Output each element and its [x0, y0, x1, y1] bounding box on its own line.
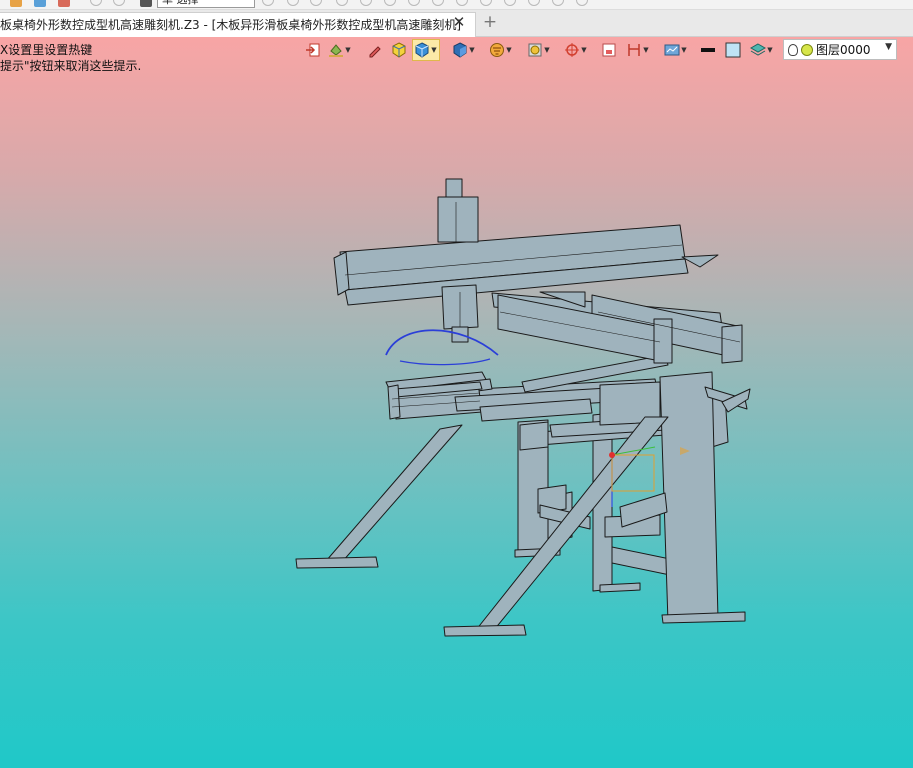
graphics-viewport[interactable]: X设置里设置热键 提示"按钮来取消这些提示. ▼ ▼ ▼ ▼ ▼ ▼ ▼ ▼ ▼… — [0, 37, 913, 768]
circle-icon[interactable] — [408, 0, 420, 6]
tab-label: 板桌椅外形数控成型机高速雕刻机.Z3 - [木板异形滑板桌椅外形数控成型机高速雕… — [0, 18, 461, 32]
extend-icon[interactable] — [528, 0, 540, 6]
trim-icon[interactable] — [504, 0, 516, 6]
point-icon[interactable] — [336, 0, 348, 6]
close-icon[interactable]: ✕ — [452, 15, 466, 30]
options-icon[interactable] — [576, 0, 588, 6]
line-icon[interactable] — [360, 0, 372, 6]
undo-icon[interactable] — [90, 0, 102, 6]
quick-access-toolbar: 单 选择 — [0, 0, 913, 10]
app-logo-icon[interactable] — [10, 0, 22, 7]
document-tab-bar: 板桌椅外形数控成型机高速雕刻机.Z3 - [木板异形滑板桌椅外形数控成型机高速雕… — [0, 10, 913, 37]
rotate-icon[interactable] — [456, 0, 468, 6]
arc-icon[interactable] — [384, 0, 396, 6]
target-icon[interactable] — [310, 0, 322, 6]
gear-icon[interactable] — [552, 0, 564, 6]
redo-icon[interactable] — [113, 0, 125, 6]
cnc-machine-model[interactable] — [0, 37, 913, 768]
clock-icon[interactable] — [432, 0, 444, 6]
cut-icon[interactable] — [287, 0, 299, 6]
open-file-icon[interactable] — [34, 0, 46, 7]
pick-icon[interactable] — [262, 0, 274, 6]
selected-curve[interactable] — [385, 329, 499, 356]
check-icon[interactable] — [480, 0, 492, 6]
new-tab-button[interactable]: + — [481, 14, 499, 32]
save-icon[interactable] — [58, 0, 70, 7]
selection-filter-select[interactable]: 单 选择 — [157, 0, 255, 8]
stop-icon[interactable] — [140, 0, 152, 7]
tab-document[interactable]: 板桌椅外形数控成型机高速雕刻机.Z3 - [木板异形滑板桌椅外形数控成型机高速雕… — [0, 12, 476, 37]
